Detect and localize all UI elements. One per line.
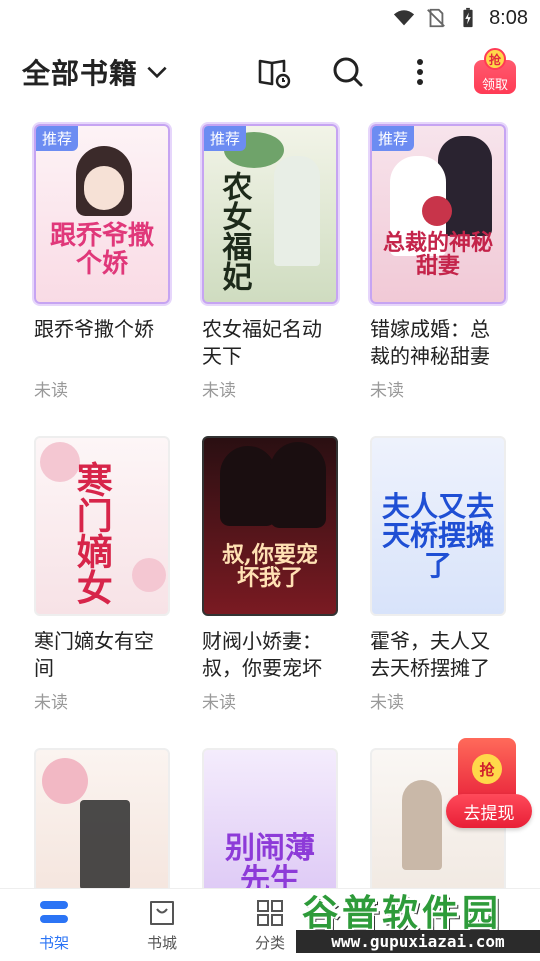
app-header: 全部书籍 抢 领取 <box>0 40 540 104</box>
claim-reward-button[interactable]: 抢 领取 <box>470 46 518 94</box>
wifi-icon <box>393 10 415 26</box>
cover-bouquet <box>422 196 452 226</box>
read-status: 未读 <box>370 381 404 401</box>
read-status: 未读 <box>370 693 404 713</box>
nav-label: 书城 <box>146 933 177 952</box>
cover-title: 夫人又去天桥摆摊了 <box>381 489 494 582</box>
cash-out-floating-button[interactable]: 抢 去提现 <box>446 738 532 834</box>
status-time: 8:08 <box>489 6 528 29</box>
status-bar: 8:08 <box>0 0 540 36</box>
book-card[interactable]: 总裁的神秘甜妻 推荐 错嫁成婚：总裁的神秘甜妻 未读 <box>370 124 510 401</box>
cover-blossom <box>132 558 166 592</box>
claim-label: 领取 <box>481 78 508 93</box>
cover-face <box>84 166 124 210</box>
reading-history-button[interactable] <box>254 52 294 92</box>
book-cover: 夫人又去天桥摆摊了 <box>370 436 506 616</box>
book-title: 错嫁成婚：总裁的神秘甜妻 <box>370 317 490 368</box>
cover-figure <box>274 156 320 266</box>
book-card[interactable] <box>34 748 174 888</box>
cover-title: 别闹薄先生 <box>225 831 315 888</box>
book-cover: 跟乔爷撒个娇 推荐 <box>34 124 170 304</box>
book-cover: 农女福妃 推荐 <box>202 124 338 304</box>
cover-title: 叔,你要宠坏我了 <box>222 541 318 591</box>
book-cover <box>34 748 170 888</box>
book-card[interactable]: 跟乔爷撒个娇 推荐 跟乔爷撒个娇 未读 <box>34 124 174 401</box>
cover-figure <box>402 780 442 870</box>
book-cover: 叔,你要宠坏我了 <box>202 436 338 616</box>
read-status: 未读 <box>202 693 236 713</box>
bookshelf-filter-dropdown[interactable]: 全部书籍 <box>22 52 170 92</box>
nav-label: 分类 <box>254 933 285 952</box>
book-title: 跟乔爷撒个娇 <box>34 317 154 341</box>
recommend-tag: 推荐 <box>204 126 247 151</box>
nav-label: 书架 <box>38 933 69 952</box>
nav-bookstore[interactable]: 书城 <box>108 889 216 961</box>
store-bag-icon <box>150 900 174 925</box>
more-vertical-icon <box>417 59 423 85</box>
book-title: 寒门嫡女有空间 <box>34 629 154 680</box>
site-watermark: 谷普软件园 www.gupuxiazai.com <box>296 884 540 960</box>
battery-charging-icon <box>463 7 473 28</box>
cover-title: 农女福妃 <box>216 171 252 291</box>
watermark-text: 谷普软件园 <box>302 893 503 934</box>
recommend-tag: 推荐 <box>372 126 415 151</box>
search-icon <box>333 57 363 87</box>
claim-seal: 抢 <box>484 48 506 70</box>
book-cover: 别闹薄先生 <box>202 748 338 888</box>
cover-figure <box>270 442 326 528</box>
cover-calligraphy <box>80 800 130 888</box>
watermark-url: www.gupuxiazai.com <box>296 930 540 953</box>
book-card[interactable]: 别闹薄先生 <box>202 748 342 888</box>
cover-blossom <box>42 758 88 804</box>
chevron-down-icon <box>147 66 167 79</box>
book-card[interactable]: 叔,你要宠坏我了 财阀小娇妻：叔，你要宠坏 未读 <box>202 436 342 713</box>
nav-bookshelf[interactable]: 书架 <box>0 889 108 961</box>
gift-seal: 抢 <box>472 754 502 784</box>
read-status: 未读 <box>202 381 236 401</box>
cover-title: 寒门嫡女 <box>70 461 113 605</box>
cover-figure <box>220 446 276 526</box>
book-card[interactable]: 寒门嫡女 寒门嫡女有空间 未读 <box>34 436 174 713</box>
book-title: 财阀小娇妻：叔，你要宠坏 <box>202 629 322 680</box>
more-options-button[interactable] <box>400 52 440 92</box>
cover-title: 总裁的神秘甜妻 <box>382 229 493 279</box>
bookshelf-icon <box>40 900 68 923</box>
book-cover: 寒门嫡女 <box>34 436 170 616</box>
page-title: 全部书籍 <box>22 57 139 90</box>
recommend-tag: 推荐 <box>36 126 79 151</box>
book-card[interactable]: 农女福妃 推荐 农女福妃名动天下 未读 <box>202 124 342 401</box>
no-sim-icon <box>427 8 445 28</box>
read-status: 未读 <box>34 693 68 713</box>
book-title: 霍爷，夫人又去天桥摆摊了 <box>370 629 490 680</box>
book-title: 农女福妃名动天下 <box>202 317 322 368</box>
book-card[interactable]: 夫人又去天桥摆摊了 霍爷，夫人又去天桥摆摊了 未读 <box>370 436 510 713</box>
book-cover: 总裁的神秘甜妻 推荐 <box>370 124 506 304</box>
read-status: 未读 <box>34 381 68 401</box>
cover-title: 跟乔爷撒个娇 <box>49 221 154 279</box>
grid-icon <box>257 899 283 926</box>
book-clock-icon <box>258 59 291 89</box>
cash-out-label: 去提现 <box>446 794 532 828</box>
search-button[interactable] <box>328 52 368 92</box>
